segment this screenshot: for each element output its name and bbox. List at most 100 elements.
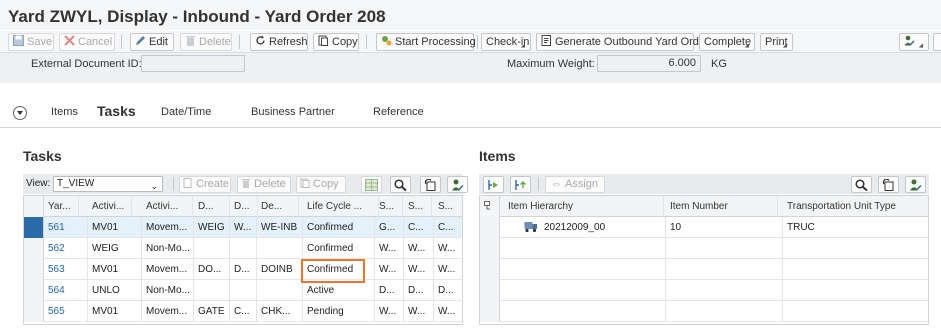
table-cell <box>504 280 666 301</box>
table-cell: MV01 <box>88 301 142 322</box>
table-cell: Pending <box>303 301 375 322</box>
column-header[interactable]: Life Cycle ... <box>303 196 379 217</box>
table-cell: WEIG <box>194 217 230 238</box>
column-header[interactable]: Item Number <box>666 196 778 217</box>
table-row[interactable]: 561 MV01 Movem... WEIG W... WE-INB Confirmed G.… <box>24 217 462 238</box>
table-cell <box>194 280 230 301</box>
column-header[interactable]: Transportation Unit Type <box>783 196 928 217</box>
column-header[interactable]: D... <box>194 196 230 217</box>
row-selector[interactable] <box>24 280 44 301</box>
row-selector[interactable] <box>480 259 500 280</box>
tab-reference[interactable]: Reference <box>373 106 424 118</box>
table-cell: WE-INB <box>257 217 303 238</box>
row-selector[interactable] <box>480 238 500 259</box>
export-button[interactable] <box>361 176 382 193</box>
row-selector[interactable] <box>480 280 500 301</box>
table-cell: 10 <box>666 217 783 238</box>
maximum-weight-field[interactable]: 6.000 <box>597 55 701 72</box>
save-button[interactable]: Save <box>8 33 54 51</box>
header-fields: External Document ID: Maximum Weight: 6.… <box>0 53 941 83</box>
select-all-cell[interactable] <box>480 196 500 217</box>
row-selector[interactable] <box>480 301 500 322</box>
column-header[interactable]: Activi... <box>88 196 132 217</box>
items-refresh-button[interactable] <box>878 176 899 193</box>
row-selector[interactable] <box>480 217 500 238</box>
yard-task-link[interactable]: 561 <box>44 217 88 238</box>
delete-task-button[interactable]: Delete <box>237 176 291 193</box>
person-settings-button[interactable] <box>447 176 468 193</box>
items-table-header: Item Hierarchy Item Number Transportatio… <box>480 196 928 217</box>
table-row[interactable]: 564 UNLO Non-Mo... Active D... D... D... <box>24 280 462 301</box>
delete-button[interactable]: Delete <box>180 33 232 51</box>
select-all-cell[interactable] <box>24 196 44 217</box>
copy-button[interactable]: Copy <box>313 33 359 51</box>
cancel-button[interactable]: Cancel <box>59 33 115 51</box>
table-cell <box>783 280 928 301</box>
column-header[interactable]: Yar... <box>44 196 79 217</box>
table-row[interactable]: 20212009_00 10 TRUC <box>480 217 928 238</box>
table-row[interactable] <box>480 301 928 322</box>
overflow-button[interactable] <box>933 33 941 51</box>
table-row[interactable]: 562 WEIG Non-Mo... Confirmed W... W... W... <box>24 238 462 259</box>
table-cell: UNLO <box>88 280 142 301</box>
items-table: Item Hierarchy Item Number Transportatio… <box>479 195 929 325</box>
column-header[interactable]: Activi... <box>142 196 193 217</box>
row-selector[interactable] <box>24 259 44 280</box>
view-select[interactable]: T_VIEW ⌄ <box>53 176 163 192</box>
table-cell: MV01 <box>88 259 142 280</box>
row-selector[interactable] <box>24 301 44 322</box>
column-header[interactable]: S... <box>375 196 403 217</box>
column-header[interactable]: De... <box>257 196 299 217</box>
tab-business-partner[interactable]: Business Partner <box>251 106 335 118</box>
table-cell: W... <box>434 259 462 280</box>
refresh-button[interactable]: Refresh <box>250 33 308 51</box>
tab-items[interactable]: Items <box>51 106 78 118</box>
table-row[interactable] <box>480 259 928 280</box>
table-cell: DO... <box>194 259 230 280</box>
start-processing-button[interactable]: Start Processing <box>376 33 476 51</box>
search-button[interactable] <box>390 176 411 193</box>
items-person-settings-button[interactable] <box>905 176 926 193</box>
table-row[interactable]: 565 MV01 Movem... GATE C... CHK... Pending W...… <box>24 301 462 322</box>
column-header[interactable]: S... <box>404 196 432 217</box>
generate-outbound-yard-order-button[interactable]: Generate Outbound Yard Order <box>536 33 709 51</box>
maximum-weight-unit: KG <box>711 58 727 70</box>
collapse-toggle-icon[interactable] <box>13 106 27 120</box>
edit-button[interactable]: Edit <box>130 33 174 51</box>
yard-task-link[interactable]: 563 <box>44 259 88 280</box>
items-search-button[interactable] <box>851 176 872 193</box>
table-cell <box>230 238 257 259</box>
print-menu[interactable]: Print <box>760 33 793 51</box>
person-edit-icon <box>910 179 922 191</box>
refresh-list-button[interactable] <box>420 176 441 193</box>
check-in-menu[interactable]: Check-in <box>481 33 531 51</box>
collapse-all-button[interactable] <box>510 176 531 193</box>
row-selector[interactable] <box>24 238 44 259</box>
table-row[interactable] <box>480 280 928 301</box>
column-header[interactable]: D... <box>230 196 258 217</box>
yard-task-link[interactable]: 565 <box>44 301 88 322</box>
tab-tasks[interactable]: Tasks <box>97 103 136 119</box>
chevron-down-icon: ⌄ <box>150 181 158 191</box>
expand-all-button[interactable] <box>483 176 504 193</box>
complete-menu[interactable]: Complete <box>699 33 755 51</box>
assign-button[interactable]: ⇔ Assign <box>545 176 605 193</box>
create-task-button[interactable]: Create <box>179 176 231 193</box>
tab-date-time[interactable]: Date/Time <box>161 106 211 118</box>
table-row[interactable] <box>480 238 928 259</box>
table-cell: MV01 <box>88 217 142 238</box>
table-cell <box>504 259 666 280</box>
external-document-id-field[interactable] <box>141 55 245 72</box>
column-header[interactable]: S... <box>434 196 462 217</box>
table-cell: WEIG <box>88 238 142 259</box>
yard-task-link[interactable]: 564 <box>44 280 88 301</box>
copy-task-button[interactable]: Copy <box>296 176 346 193</box>
refresh-document-icon <box>424 179 436 191</box>
table-row[interactable]: 563 MV01 Movem... DO... D... DOINB Confirmed W.… <box>24 259 462 280</box>
row-selector[interactable] <box>24 217 44 238</box>
column-header[interactable]: Item Hierarchy <box>504 196 664 217</box>
table-cell <box>666 301 783 322</box>
user-settings-menu[interactable] <box>899 33 929 51</box>
yard-task-link[interactable]: 562 <box>44 238 88 259</box>
table-cell <box>504 301 666 322</box>
